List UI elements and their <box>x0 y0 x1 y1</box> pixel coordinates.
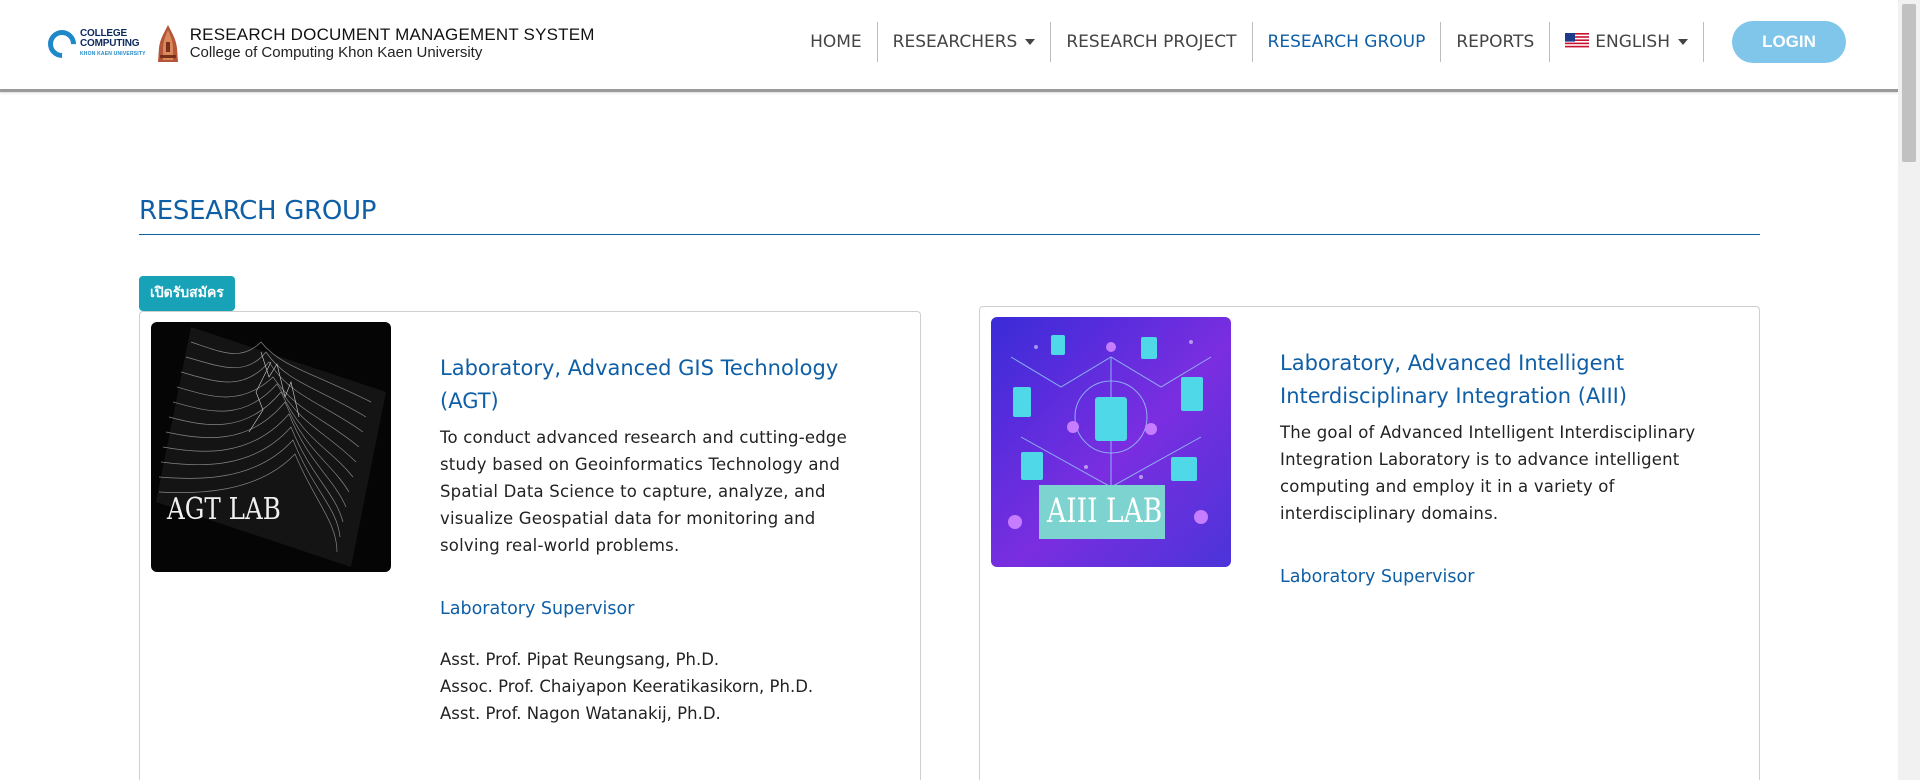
lab-title-link[interactable]: Laboratory, Advanced Intelligent Interdi… <box>1280 347 1720 413</box>
supervisor-heading: Laboratory Supervisor <box>1280 567 1475 587</box>
aiii-lab-image[interactable]: AIII LAB <box>991 317 1231 567</box>
supervisor-item: Assoc. Prof. Chaiyapon Keeratikasikorn, … <box>440 677 814 696</box>
nav-research-project-label: RESEARCH PROJECT <box>1066 32 1237 52</box>
nav-research-group-label: RESEARCH GROUP <box>1267 32 1426 52</box>
caret-down-icon <box>1025 39 1036 45</box>
agt-terrain-image <box>151 322 391 572</box>
research-group-card[interactable]: AIII LAB Laboratory, Advanced Intelligen… <box>979 306 1760 780</box>
page-title: RESEARCH GROUP <box>139 196 377 226</box>
supervisor-item: Asst. Prof. Pipat Reungsang, Ph.D. <box>440 650 720 669</box>
nav-research-project[interactable]: RESEARCH PROJECT <box>1051 22 1253 62</box>
brand[interactable]: COLLEGE COMPUTING KHON KAEN UNIVERSITY R… <box>42 24 595 64</box>
title-divider <box>139 234 1760 235</box>
scrollbar-thumb[interactable] <box>1902 4 1916 162</box>
logo-text-line2: COMPUTING <box>80 38 140 49</box>
supervisor-heading: Laboratory Supervisor <box>440 599 635 619</box>
open-for-applications-badge: เปิดรับสมัคร <box>139 276 235 311</box>
top-navbar: COLLEGE COMPUTING KHON KAEN UNIVERSITY R… <box>0 0 1898 92</box>
system-title: RESEARCH DOCUMENT MANAGEMENT SYSTEM <box>189 25 595 44</box>
college-of-computing-logo: COLLEGE COMPUTING KHON KAEN UNIVERSITY <box>42 24 146 64</box>
lab-description: To conduct advanced research and cutting… <box>440 428 847 555</box>
nav-reports[interactable]: REPORTS <box>1441 22 1551 62</box>
us-flag-icon <box>1565 33 1590 49</box>
login-button[interactable]: LOGIN <box>1732 21 1846 63</box>
agt-lab-image[interactable]: AGT LAB <box>151 322 391 572</box>
main-nav: HOME RESEARCHERS RESEARCH PROJECT RESEAR… <box>795 20 1898 64</box>
nav-home[interactable]: HOME <box>795 22 878 62</box>
nav-researchers-label: RESEARCHERS <box>892 32 1018 52</box>
agt-lab-label: AGT LAB <box>167 492 281 527</box>
aiii-lab-label: AIII LAB <box>1047 491 1163 531</box>
logo-text-line3: KHON KAEN UNIVERSITY <box>80 51 146 57</box>
nav-research-group[interactable]: RESEARCH GROUP <box>1253 22 1442 62</box>
kku-logo-icon <box>157 25 178 62</box>
language-dropdown[interactable]: ENGLISH <box>1550 22 1704 62</box>
page-scrollbar[interactable] <box>1898 0 1920 780</box>
caret-down-icon <box>1678 39 1688 45</box>
language-label: ENGLISH <box>1595 32 1670 52</box>
cc-ring-icon <box>42 24 82 64</box>
lab-title-link[interactable]: Laboratory, Advanced GIS Technology (AGT… <box>440 352 880 418</box>
nav-reports-label: REPORTS <box>1456 32 1535 52</box>
lab-description: The goal of Advanced Intelligent Interdi… <box>1280 423 1696 523</box>
nav-home-label: HOME <box>810 32 862 52</box>
nav-researchers-dropdown[interactable]: RESEARCHERS <box>878 22 1052 62</box>
system-subtitle: College of Computing Khon Kaen Universit… <box>189 44 483 61</box>
supervisor-list: Asst. Prof. Pipat Reungsang, Ph.D. Assoc… <box>440 646 880 727</box>
supervisor-item: Asst. Prof. Nagon Watanakij, Ph.D. <box>440 704 721 723</box>
research-group-card[interactable]: AGT LAB Laboratory, Advanced GIS Technol… <box>139 311 921 780</box>
